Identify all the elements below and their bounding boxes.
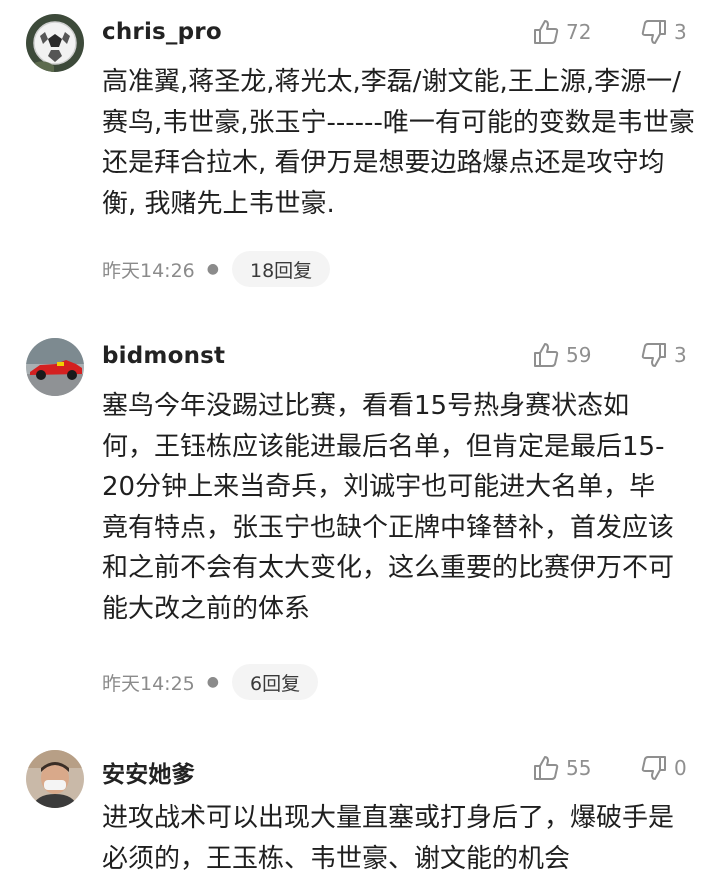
dislike-count: 3: [674, 20, 687, 44]
separator-dot: ●: [206, 261, 219, 277]
comment-body: 塞鸟今年没踢过比赛，看看15号热身赛状态如何，王钰栋应该能进最后名单，但肯定是最…: [102, 391, 675, 624]
replies-button[interactable]: 18回复: [231, 251, 331, 287]
dislike-button[interactable]: 3: [640, 18, 687, 46]
like-button[interactable]: 59: [532, 341, 591, 369]
soccer-ball-avatar[interactable]: [26, 14, 84, 72]
person-with-mask-avatar[interactable]: [26, 750, 84, 808]
dislike-button[interactable]: 0: [640, 754, 687, 782]
username[interactable]: chris_pro: [102, 19, 222, 45]
like-count: 55: [566, 756, 592, 780]
username[interactable]: bidmonst: [102, 343, 225, 369]
separator-dot: ●: [206, 674, 219, 690]
like-count: 59: [566, 343, 592, 367]
comment-body: 进攻战术可以出现大量直塞或打身后了，爆破手是必须的，王玉栋、韦世豪、谢文能的机会: [102, 803, 675, 874]
comment-time: 昨天14:25: [102, 672, 195, 695]
dislike-button[interactable]: 3: [640, 341, 687, 369]
username[interactable]: 安安她爹: [102, 755, 195, 789]
racing-car-avatar[interactable]: [26, 338, 84, 396]
replies-button[interactable]: 6回复: [231, 664, 319, 700]
dislike-count: 3: [674, 343, 687, 367]
comment-meta: 昨天14:26 ● 18回复: [102, 251, 331, 287]
thumbs-down-icon: [641, 20, 666, 44]
comment-time: 昨天14:26: [102, 259, 195, 282]
like-button[interactable]: 72: [532, 18, 591, 46]
dislike-count: 0: [674, 756, 687, 780]
comment-body: 高准翼,蒋圣龙,蒋光太,李磊/谢文能,王上源,李源一/赛鸟,韦世豪,张玉宁---…: [102, 67, 695, 219]
like-count: 72: [566, 20, 592, 44]
thumbs-down-icon: [641, 756, 666, 780]
comment-meta: 昨天14:25 ● 6回复: [102, 664, 319, 700]
thumbs-up-icon: [534, 20, 559, 44]
thumbs-up-icon: [534, 343, 559, 367]
like-button[interactable]: 55: [532, 754, 591, 782]
thumbs-down-icon: [641, 343, 666, 367]
thumbs-up-icon: [534, 756, 559, 780]
